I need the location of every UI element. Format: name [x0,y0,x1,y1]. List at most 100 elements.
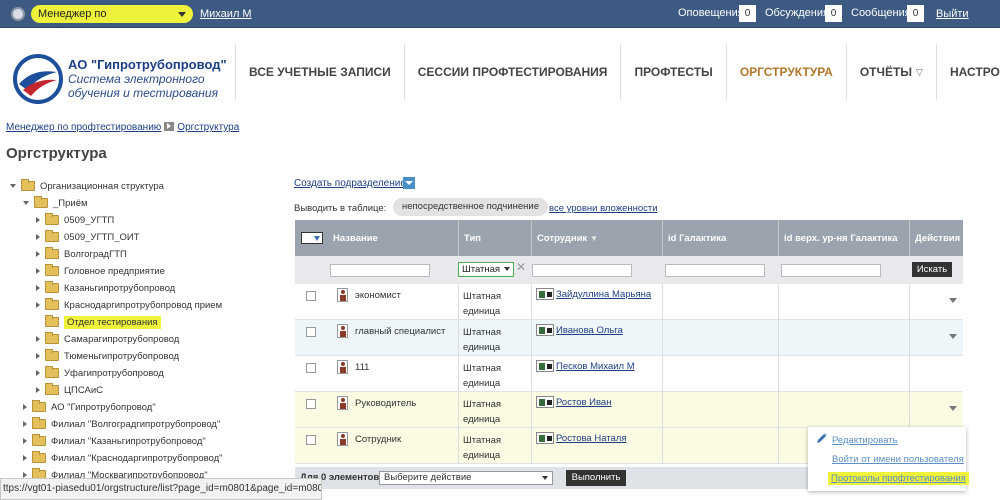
row-checkbox[interactable] [306,399,316,409]
employee-link[interactable]: Ростов Иван [556,397,611,408]
chevron-down-icon[interactable] [949,334,957,339]
search-button[interactable]: Искать [912,262,952,277]
person-icon [337,360,348,374]
chevron-right-icon[interactable] [36,234,40,240]
column-header-name[interactable]: Название [328,220,458,256]
bulk-action-select[interactable]: Выберите действие [379,471,553,485]
employee-link[interactable]: Иванова Ольга [556,325,623,336]
close-icon[interactable]: ✕ [516,260,526,274]
column-header-label: Сотрудник [537,233,588,244]
parent-galaktika-id-filter-input[interactable] [781,264,881,277]
tree-item[interactable]: Самарагипротрубопровод [36,331,179,347]
table-row[interactable]: главный специалист Штатная единица Иванов… [295,320,963,356]
testing-protocols-menu-item[interactable]: Протоколы профтестирования [828,472,969,485]
chevron-down-icon[interactable] [23,201,29,205]
row-checkbox[interactable] [306,363,316,373]
chevron-right-icon[interactable] [36,353,40,359]
tree-item[interactable]: ЦПСАиС [36,382,103,398]
employee-card-icon [536,396,554,408]
all-levels-link[interactable]: все уровни вложенности [549,203,658,214]
cell-divider [458,356,459,392]
chevron-right-icon[interactable] [36,387,40,393]
row-checkbox[interactable] [306,291,316,301]
employee-link[interactable]: Песков Михаил М [556,361,635,372]
chevron-right-icon[interactable] [23,455,27,461]
nav-proftests[interactable]: ПРОФТЕСТЫ [620,44,725,100]
tree-item-selected[interactable]: Отдел тестирования [45,314,161,330]
employee-filter-input[interactable] [532,264,632,277]
row-type: Штатная единица [463,289,501,319]
nav-orgstructure[interactable]: ОРГСТРУКТУРА [725,44,846,100]
column-header-type[interactable]: Тип [458,220,531,256]
employee-card-icon [536,432,554,444]
tree-item[interactable]: Краснодаргипротрубопровод прием [36,297,222,313]
chevron-right-icon[interactable] [36,268,40,274]
column-header-galaktika-id[interactable]: id Галактика [662,220,778,256]
row-checkbox[interactable] [306,435,316,445]
row-type-line2: единица [463,414,501,425]
tree-item-label: АО "Гипротрубопровод" [51,401,156,413]
chevron-right-icon[interactable] [36,217,40,223]
row-checkbox[interactable] [306,327,316,337]
tree-item[interactable]: Филиал "Казаньгипротрубопровод" [23,433,206,449]
tree-item[interactable]: Головное предприятие [36,263,165,279]
column-header-parent-galaktika-id[interactable]: id верх. ур-ня Галактика [778,220,909,256]
create-subdivision-link[interactable]: Создать подразделение [294,178,406,189]
chevron-right-icon[interactable] [23,404,27,410]
tree-item-priem[interactable]: _Приём [23,195,88,211]
execute-button[interactable]: Выполнить [566,470,626,486]
name-filter-input[interactable] [330,264,430,277]
tree-item-root[interactable]: Организационная структура [10,178,164,194]
messages-link[interactable]: Сообщения [851,7,911,19]
chevron-right-icon[interactable] [23,421,27,427]
tree-item[interactable]: 0509_УГТП_ОИТ [36,229,140,245]
column-header-employee[interactable]: Сотрудник ▼ [531,220,662,256]
breadcrumb-current[interactable]: Оргструктура [177,122,239,133]
select-all-checkbox[interactable] [301,232,323,244]
chevron-right-icon[interactable] [36,285,40,291]
employee-link[interactable]: Ростова Наталя [556,433,627,444]
table-row[interactable]: экономист Штатная единица Зайдуллина Марь… [295,284,963,320]
user-link[interactable]: Михаил М [200,8,252,20]
login-as-user-menu-item[interactable]: Войти от имени пользователя [832,454,964,465]
chevron-right-icon[interactable] [36,370,40,376]
tree-item[interactable]: Уфагипротрубопровод [36,365,164,381]
direct-subordination-toggle[interactable]: непосредственное подчинение [393,198,549,216]
chevron-right-icon[interactable] [36,336,40,342]
nav-all-accounts[interactable]: ВСЕ УЧЕТНЫЕ ЗАПИСИ [235,44,404,100]
chevron-right-icon[interactable] [23,438,27,444]
chevron-down-icon[interactable] [949,298,957,303]
row-type-line1: Штатная [463,291,502,302]
table-row[interactable]: Руководитель Штатная единица Ростов Иван [295,392,963,428]
nav-settings[interactable]: НАСТРОЙК [935,44,1000,100]
employee-link[interactable]: Зайдуллина Марьяна [556,289,651,300]
tree-item[interactable]: Филиал "Краснодаргипротрубопровод" [23,450,223,466]
table-row[interactable]: 111 Штатная единица Песков Михаил М [295,356,963,392]
tree-item[interactable]: ВолгоградГТП [36,246,127,262]
chevron-down-icon[interactable] [10,184,16,188]
galaktika-id-filter-input[interactable] [665,264,765,277]
tree-item[interactable]: 0509_УГТП [36,212,114,228]
role-select[interactable]: Менеджер по профтестированию [31,5,193,38]
discussions-link[interactable]: Обсуждения [765,7,829,19]
notifications-link[interactable]: Оповещения [678,7,744,19]
nav-reports[interactable]: ОТЧЁТЫ ▽ [845,44,936,100]
chevron-down-icon[interactable] [403,177,415,189]
tree-item[interactable]: Казаньгипротрубопровод [36,280,175,296]
cell-divider [531,428,532,464]
cell-divider [458,392,459,428]
row-type-line2: единица [463,378,501,389]
tree-item-label: Организационная структура [40,180,164,192]
edit-menu-item[interactable]: Редактировать [832,435,898,446]
chevron-right-icon[interactable] [36,251,40,257]
tree-item[interactable]: Филиал "Волгоградгипротрубопровод" [23,416,220,432]
type-filter-select[interactable]: Штатная [458,262,514,277]
chevron-right-icon[interactable] [36,302,40,308]
breadcrumb-root[interactable]: Менеджер по профтестированию [6,122,161,133]
logout-link[interactable]: Выйти [936,8,969,20]
gear-icon[interactable] [11,7,25,21]
tree-item[interactable]: Тюменьгипротрубопровод [36,348,179,364]
chevron-down-icon[interactable] [949,406,957,411]
tree-item[interactable]: АО "Гипротрубопровод" [23,399,156,415]
nav-sessions[interactable]: СЕССИИ ПРОФТЕСТИРОВАНИЯ [403,44,621,100]
